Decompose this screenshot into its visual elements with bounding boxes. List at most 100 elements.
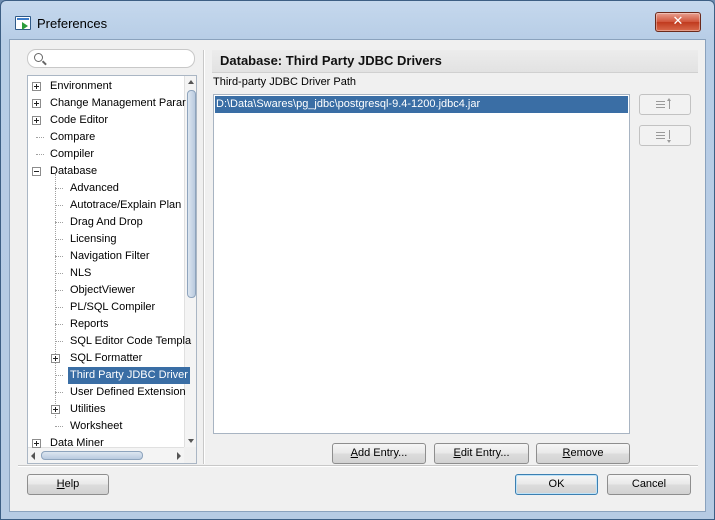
expand-icon[interactable] xyxy=(32,439,41,448)
tree-connector-line xyxy=(55,307,63,308)
tree-item-label: Autotrace/Explain Plan xyxy=(70,199,182,211)
edit-entry-mnemonic: E xyxy=(453,447,461,459)
tree-item-label: ObjectViewer xyxy=(70,284,136,296)
preferences-app-icon xyxy=(15,16,31,30)
tree-connector-line xyxy=(36,154,44,155)
tree-item[interactable]: User Defined Extension xyxy=(28,384,186,401)
tree-item[interactable]: Third Party JDBC Driver xyxy=(28,367,190,384)
help-label: elp xyxy=(64,478,80,490)
tree-item[interactable]: PL/SQL Compiler xyxy=(28,299,184,316)
scroll-up-arrow-icon[interactable] xyxy=(188,80,194,84)
close-button[interactable]: ✕ xyxy=(655,12,701,32)
move-down-button[interactable] xyxy=(639,125,691,146)
tree-item[interactable]: Compiler xyxy=(28,146,184,163)
scroll-down-arrow-icon[interactable] xyxy=(188,439,194,443)
tree-connector-line xyxy=(55,324,63,325)
tree-item[interactable]: Data Miner xyxy=(28,435,184,452)
preferences-tree[interactable]: Environment Change Management Parar Code E… xyxy=(27,75,197,464)
expand-icon[interactable] xyxy=(32,99,41,108)
tree-connector-line xyxy=(36,137,44,138)
title-bar[interactable]: Preferences ✕ xyxy=(1,1,714,32)
tree-connector-line xyxy=(55,239,63,240)
edit-entry-label: dit Entry... xyxy=(460,447,510,459)
horizontal-scroll-thumb[interactable] xyxy=(41,451,143,460)
panel-splitter[interactable] xyxy=(203,50,205,464)
cancel-label: Cancel xyxy=(631,478,667,490)
tree-item-label: PL/SQL Compiler xyxy=(70,301,156,313)
add-entry-label: dd Entry... xyxy=(358,447,408,459)
move-up-button[interactable] xyxy=(639,94,691,115)
tree-connector-line xyxy=(55,341,63,342)
tree-connector-line xyxy=(55,273,63,274)
help-button[interactable]: Help xyxy=(27,474,109,495)
vertical-scroll-thumb[interactable] xyxy=(187,90,196,298)
tree-item[interactable]: Navigation Filter xyxy=(28,248,184,265)
page-header: Database: Third Party JDBC Drivers xyxy=(212,50,698,73)
tree-connector-line xyxy=(55,375,63,376)
tree-item[interactable]: SQL Formatter xyxy=(28,350,184,367)
tree-item-label: Navigation Filter xyxy=(70,250,150,262)
tree-connector-line xyxy=(55,290,63,291)
tree-item-label: Advanced xyxy=(70,182,119,194)
help-mnemonic: H xyxy=(56,478,65,490)
tree-item-label: Reports xyxy=(70,318,109,330)
edit-entry-button[interactable]: Edit Entry... xyxy=(434,443,529,464)
driver-path-list[interactable]: D:\Data\Swares\pg_jdbc\postgresql-9.4-12… xyxy=(213,94,630,434)
collapse-icon[interactable] xyxy=(32,167,41,176)
tree-item-label: Third Party JDBC Driver xyxy=(68,367,190,384)
expand-icon[interactable] xyxy=(32,82,41,91)
remove-button[interactable]: Remove xyxy=(536,443,630,464)
remove-label: emove xyxy=(570,447,604,459)
expand-icon[interactable] xyxy=(32,116,41,125)
cancel-button[interactable]: Cancel xyxy=(607,474,691,495)
tree-connector-line xyxy=(55,256,63,257)
expand-icon[interactable] xyxy=(51,354,60,363)
tree-item-label: SQL Formatter xyxy=(70,352,143,364)
tree-item-label: Environment xyxy=(50,80,112,92)
tree-connector-line xyxy=(55,205,63,206)
tree-connector-line xyxy=(55,222,63,223)
tree-item[interactable]: Autotrace/Explain Plan xyxy=(28,197,184,214)
tree-item[interactable]: ObjectViewer xyxy=(28,282,184,299)
tree-item-label: SQL Editor Code Templa xyxy=(70,335,192,347)
tree-item[interactable]: NLS xyxy=(28,265,184,282)
driver-path-label: Third-party JDBC Driver Path xyxy=(213,76,357,88)
tree-item[interactable]: Code Editor xyxy=(28,112,184,129)
tree-item-label: Data Miner xyxy=(50,437,104,449)
driver-path-row[interactable]: D:\Data\Swares\pg_jdbc\postgresql-9.4-12… xyxy=(215,96,628,113)
move-down-icon xyxy=(656,130,676,143)
tree-item[interactable]: Utilities xyxy=(28,401,184,418)
scroll-right-arrow-icon[interactable] xyxy=(177,452,181,460)
add-entry-button[interactable]: Add Entry... xyxy=(332,443,426,464)
tree-item[interactable]: Drag And Drop xyxy=(28,214,184,231)
tree-item-label: Code Editor xyxy=(50,114,109,126)
search-icon xyxy=(34,53,43,62)
tree-item-label: Change Management Parar xyxy=(50,97,186,109)
ok-button[interactable]: OK xyxy=(515,474,598,495)
tree-connector-line xyxy=(55,392,63,393)
tree-item-label: Worksheet xyxy=(70,420,123,432)
tree-item-label: Licensing xyxy=(70,233,117,245)
close-icon: ✕ xyxy=(672,14,684,29)
preferences-window: Preferences ✕ Environment Change Manageme… xyxy=(0,0,715,520)
tree-item[interactable]: Reports xyxy=(28,316,184,333)
expand-icon[interactable] xyxy=(51,405,60,414)
tree-item[interactable]: Environment xyxy=(28,78,184,95)
tree-item[interactable]: Advanced xyxy=(28,180,184,197)
scrollbar-corner xyxy=(184,447,196,463)
tree-item-label: Utilities xyxy=(70,403,106,415)
search-input[interactable] xyxy=(27,49,195,68)
move-up-icon xyxy=(656,98,676,110)
page-title: Database: Third Party JDBC Drivers xyxy=(220,53,442,68)
tree-item[interactable]: Change Management Parar xyxy=(28,95,186,112)
tree-item-label: Drag And Drop xyxy=(70,216,143,228)
dialog-client-area: Environment Change Management Parar Code E… xyxy=(9,39,706,512)
tree-item-label: Compare xyxy=(50,131,96,143)
tree-item[interactable]: Worksheet xyxy=(28,418,184,435)
scroll-left-arrow-icon[interactable] xyxy=(31,452,35,460)
tree-connector-line xyxy=(55,188,63,189)
tree-item[interactable]: Database xyxy=(28,163,184,180)
tree-item[interactable]: SQL Editor Code Templa xyxy=(28,333,191,350)
tree-item[interactable]: Compare xyxy=(28,129,184,146)
tree-item[interactable]: Licensing xyxy=(28,231,184,248)
